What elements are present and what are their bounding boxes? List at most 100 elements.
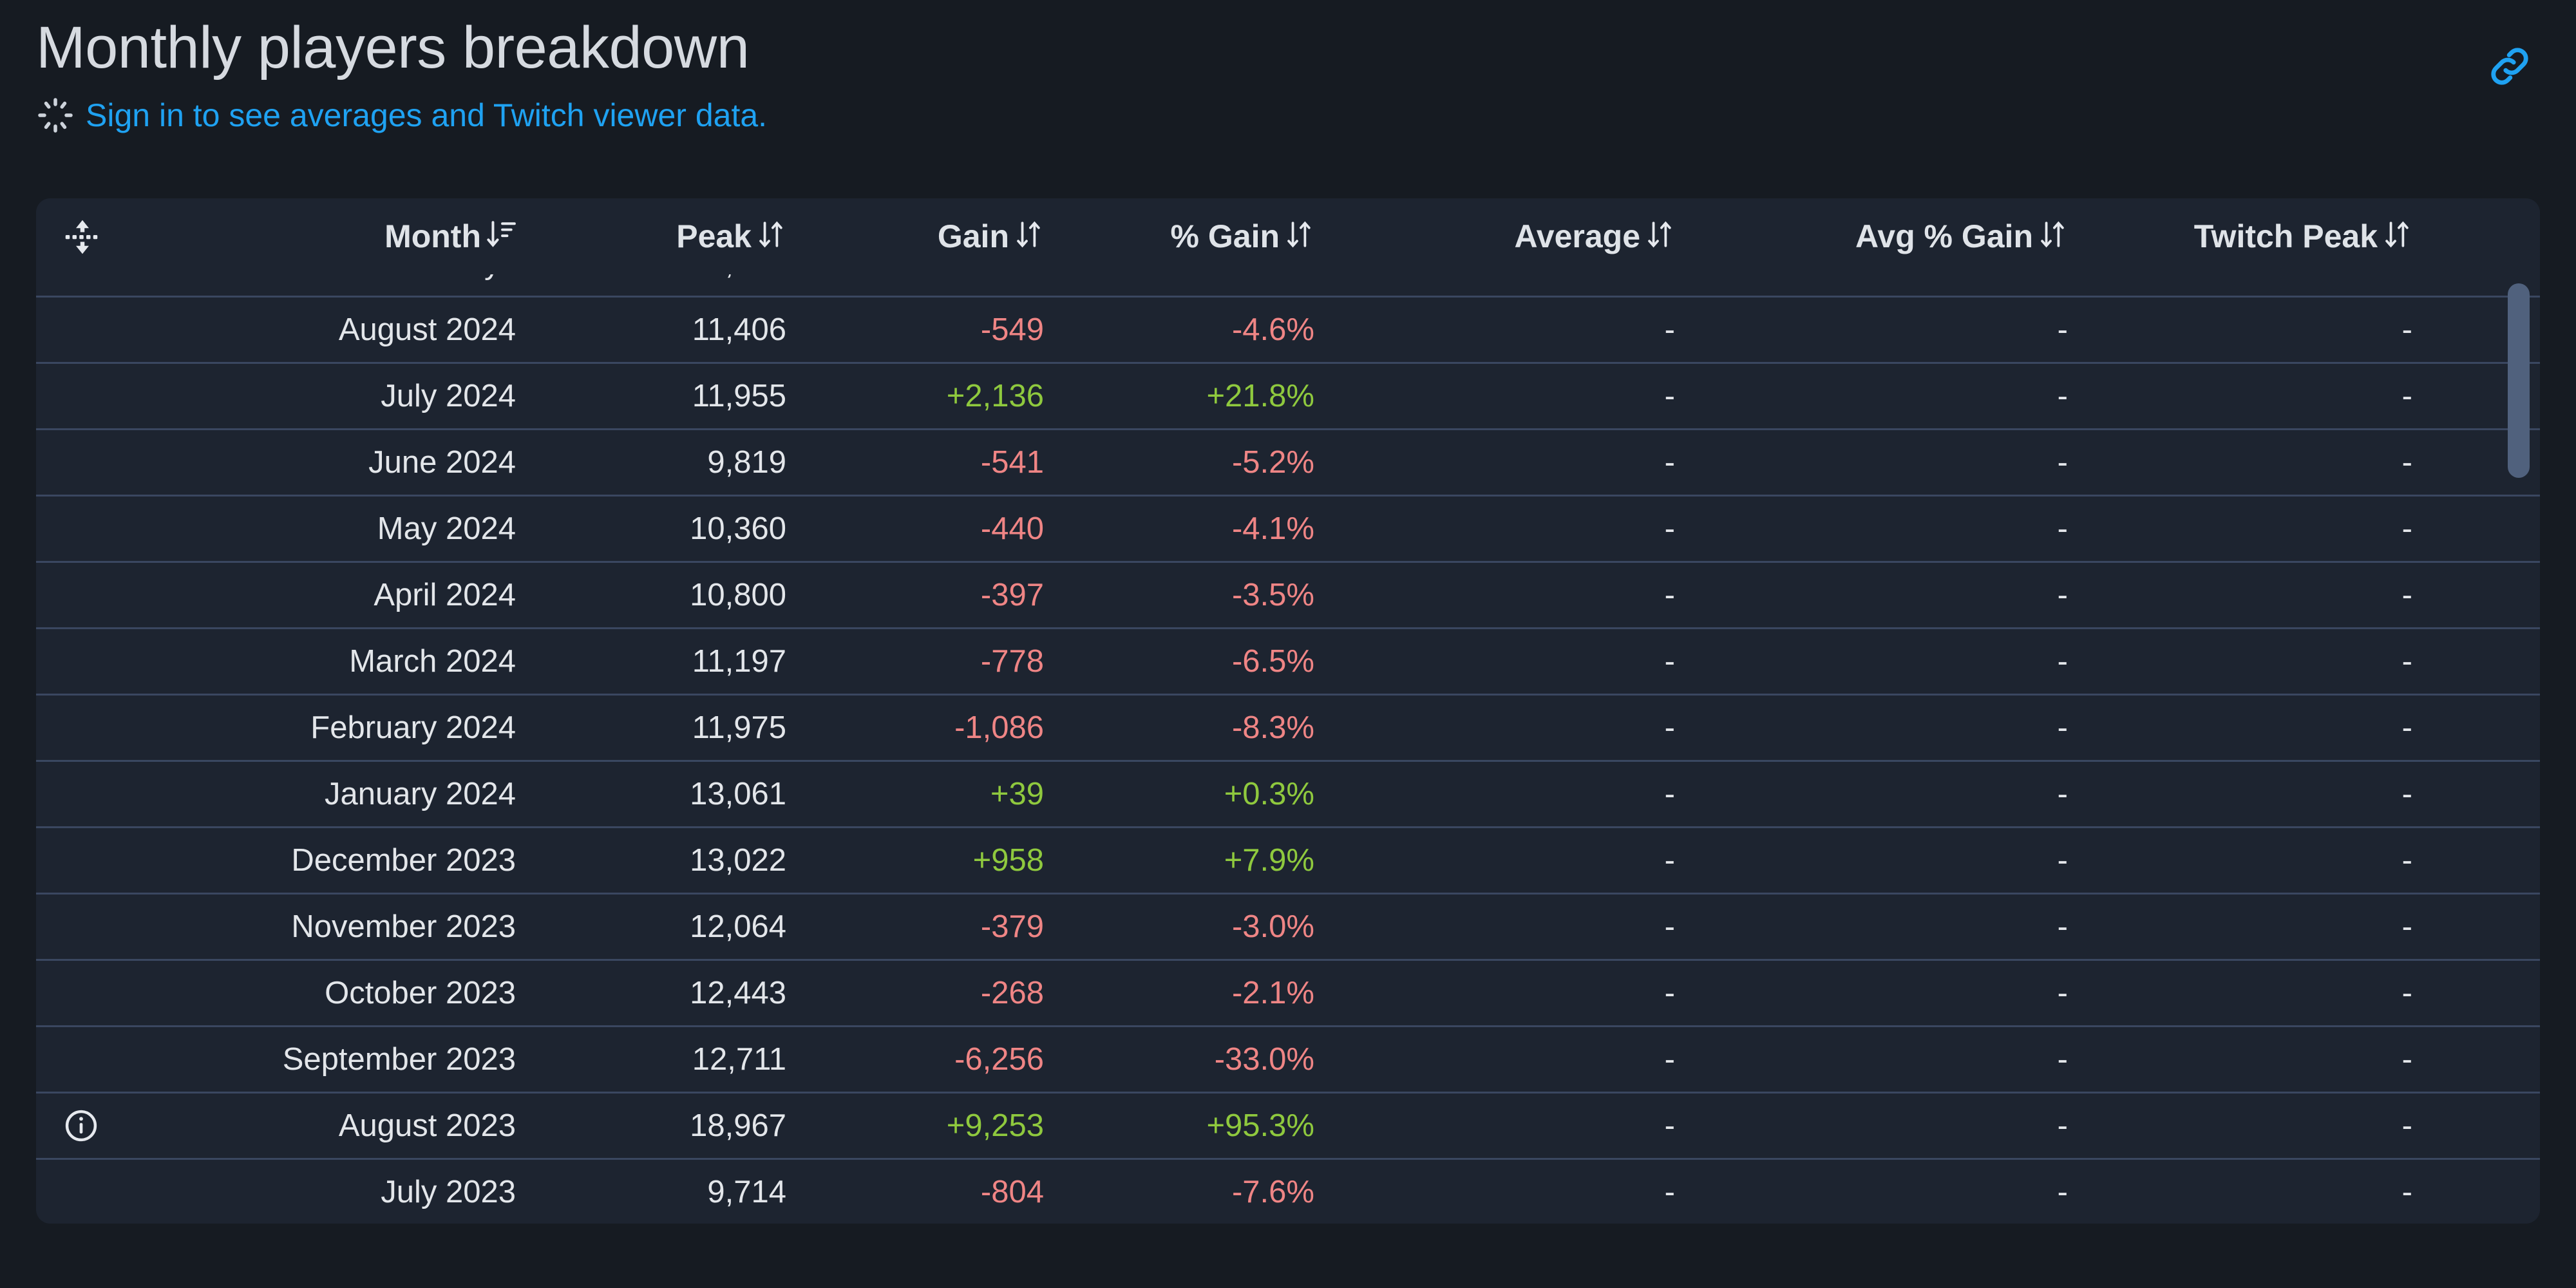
signin-link[interactable]: Sign in to see averages and Twitch viewe… bbox=[86, 97, 767, 134]
table-row[interactable]: November 2023 12,064 -379 -3.0% - - - bbox=[36, 893, 2540, 959]
info-circle-icon[interactable] bbox=[63, 1108, 99, 1144]
table-row[interactable]: August 2024 11,406 -549 -4.6% - - - bbox=[36, 296, 2540, 362]
cell-avg-pct-gain: - bbox=[2057, 1175, 2068, 1209]
sort-both-icon bbox=[1285, 218, 1314, 251]
cell-pct-gain: -6.5% bbox=[1231, 644, 1314, 679]
cell-pct-gain: +95.3% bbox=[1206, 1108, 1314, 1143]
scrollbar-thumb[interactable] bbox=[2508, 283, 2530, 478]
column-header-twitch-peak-label: Twitch Peak bbox=[2193, 218, 2378, 254]
column-header-peak[interactable]: Peak bbox=[516, 218, 786, 255]
table-row[interactable]: June 2024 9,819 -541 -5.2% - - - bbox=[36, 428, 2540, 495]
vertical-resize-handle-icon[interactable] bbox=[63, 218, 102, 255]
cell-twitch-peak: - bbox=[2401, 578, 2412, 612]
cell-pct-gain: +0.3% bbox=[1224, 777, 1314, 811]
cell-peak: 11,406 bbox=[516, 274, 786, 281]
cell-avg-pct-gain: - bbox=[2057, 578, 2068, 612]
column-header-month[interactable]: Month bbox=[220, 218, 516, 255]
cell-pct-gain: -3.0% bbox=[1231, 909, 1314, 944]
table-row[interactable]: February 2024 11,975 -1,086 -8.3% - - - bbox=[36, 694, 2540, 760]
cell-avg-pct-gain: - bbox=[2057, 379, 2068, 413]
cell-twitch-peak: - bbox=[2401, 312, 2412, 347]
cell-average: - bbox=[1314, 274, 1675, 281]
cell-month: October 2023 bbox=[325, 976, 516, 1010]
cell-month: February 2024 bbox=[310, 710, 516, 745]
cell-month: March 2024 bbox=[349, 644, 516, 679]
cell-average: - bbox=[1664, 1042, 1675, 1077]
column-header-pct-gain-label: % Gain bbox=[1170, 218, 1280, 254]
cell-month: September 2023 bbox=[282, 1042, 516, 1077]
cell-average: - bbox=[1664, 445, 1675, 480]
column-header-average-label: Average bbox=[1514, 218, 1640, 254]
cell-gain: +39 bbox=[990, 777, 1044, 811]
cell-average: - bbox=[1664, 1175, 1675, 1209]
cell-peak: 11,406 bbox=[692, 312, 786, 347]
cell-peak: 11,955 bbox=[692, 379, 786, 413]
cell-peak: 9,714 bbox=[707, 1175, 786, 1209]
table-scroll-area[interactable]: Last 30 days 11,406 - -0.0% - - - August… bbox=[36, 274, 2540, 1224]
table-row[interactable]: October 2023 12,443 -268 -2.1% - - - bbox=[36, 959, 2540, 1025]
table-row[interactable]: July 2024 11,955 +2,136 +21.8% - - - bbox=[36, 362, 2540, 428]
table-header-row: Month Peak Gain % Gain Average Avg % Gai… bbox=[36, 198, 2540, 274]
cell-average: - bbox=[1664, 644, 1675, 679]
table-row[interactable]: December 2023 13,022 +958 +7.9% - - - bbox=[36, 826, 2540, 893]
chain-link-icon[interactable] bbox=[2474, 31, 2545, 102]
table-row[interactable]: September 2023 12,711 -6,256 -33.0% - - … bbox=[36, 1025, 2540, 1092]
vertical-scrollbar[interactable] bbox=[2508, 283, 2530, 1224]
cell-twitch-peak: - bbox=[2401, 379, 2412, 413]
column-header-avg-pct-gain[interactable]: Avg % Gain bbox=[1675, 218, 2068, 255]
cell-pct-gain: -8.3% bbox=[1231, 710, 1314, 745]
cell-average: - bbox=[1664, 578, 1675, 612]
column-header-average[interactable]: Average bbox=[1314, 218, 1675, 255]
cell-pct-gain: -4.1% bbox=[1231, 511, 1314, 546]
cell-twitch-peak: - bbox=[2401, 909, 2412, 944]
table-row[interactable]: August 2023 18,967 +9,253 +95.3% - - - bbox=[36, 1092, 2540, 1158]
cell-avg-pct-gain: - bbox=[2057, 976, 2068, 1010]
cell-average: - bbox=[1664, 1108, 1675, 1143]
cell-peak: 10,360 bbox=[690, 511, 786, 546]
cell-twitch-peak: - bbox=[2401, 1108, 2412, 1143]
column-header-peak-label: Peak bbox=[676, 218, 752, 254]
cell-pct-gain: -2.1% bbox=[1231, 976, 1314, 1010]
cell-twitch-peak: - bbox=[2401, 511, 2412, 546]
page-title: Monthly players breakdown bbox=[36, 15, 750, 80]
table-row[interactable]: January 2024 13,061 +39 +0.3% - - - bbox=[36, 760, 2540, 826]
cell-avg-pct-gain: - bbox=[2057, 909, 2068, 944]
cell-pct-gain: -33.0% bbox=[1214, 1042, 1314, 1077]
column-header-avg-pct-gain-label: Avg % Gain bbox=[1855, 218, 2033, 254]
table-row[interactable]: July 2023 9,714 -804 -7.6% - - - bbox=[36, 1158, 2540, 1224]
table-row[interactable]: April 2024 10,800 -397 -3.5% - - - bbox=[36, 561, 2540, 627]
table-row[interactable]: May 2024 10,360 -440 -4.1% - - - bbox=[36, 495, 2540, 561]
cell-peak: 9,819 bbox=[707, 445, 786, 480]
sort-both-icon bbox=[1014, 218, 1044, 251]
cell-month: January 2024 bbox=[325, 777, 516, 811]
loading-spinner-icon bbox=[36, 96, 75, 135]
table-drag-handle-cell[interactable] bbox=[36, 218, 220, 255]
cell-gain: -397 bbox=[980, 578, 1044, 612]
signin-notice: Sign in to see averages and Twitch viewe… bbox=[36, 96, 2540, 135]
column-header-month-label: Month bbox=[384, 218, 481, 254]
cell-month: July 2023 bbox=[381, 1175, 516, 1209]
cell-avg-pct-gain: - bbox=[2057, 445, 2068, 480]
cell-gain: +2,136 bbox=[946, 379, 1044, 413]
cell-gain: -440 bbox=[980, 511, 1044, 546]
table-row[interactable]: Last 30 days 11,406 - -0.0% - - - bbox=[36, 274, 2540, 296]
column-header-twitch-peak[interactable]: Twitch Peak bbox=[2068, 218, 2480, 255]
cell-pct-gain: +7.9% bbox=[1224, 843, 1314, 878]
cell-gain: -541 bbox=[980, 445, 1044, 480]
cell-average: - bbox=[1664, 511, 1675, 546]
cell-gain: -6,256 bbox=[954, 1042, 1044, 1077]
cell-gain: -379 bbox=[980, 909, 1044, 944]
cell-twitch-peak: - bbox=[2068, 274, 2480, 281]
cell-peak: 12,711 bbox=[692, 1042, 786, 1077]
cell-avg-pct-gain: - bbox=[1675, 274, 2068, 281]
cell-twitch-peak: - bbox=[2401, 777, 2412, 811]
cell-avg-pct-gain: - bbox=[2057, 511, 2068, 546]
row-info-cell[interactable] bbox=[36, 1108, 220, 1144]
column-header-gain[interactable]: Gain bbox=[786, 218, 1044, 255]
cell-gain: -778 bbox=[980, 644, 1044, 679]
table-row[interactable]: March 2024 11,197 -778 -6.5% - - - bbox=[36, 627, 2540, 694]
cell-gain: -1,086 bbox=[954, 710, 1044, 745]
column-header-pct-gain[interactable]: % Gain bbox=[1044, 218, 1314, 255]
cell-pct-gain: +21.8% bbox=[1206, 379, 1314, 413]
cell-month: July 2024 bbox=[381, 379, 516, 413]
